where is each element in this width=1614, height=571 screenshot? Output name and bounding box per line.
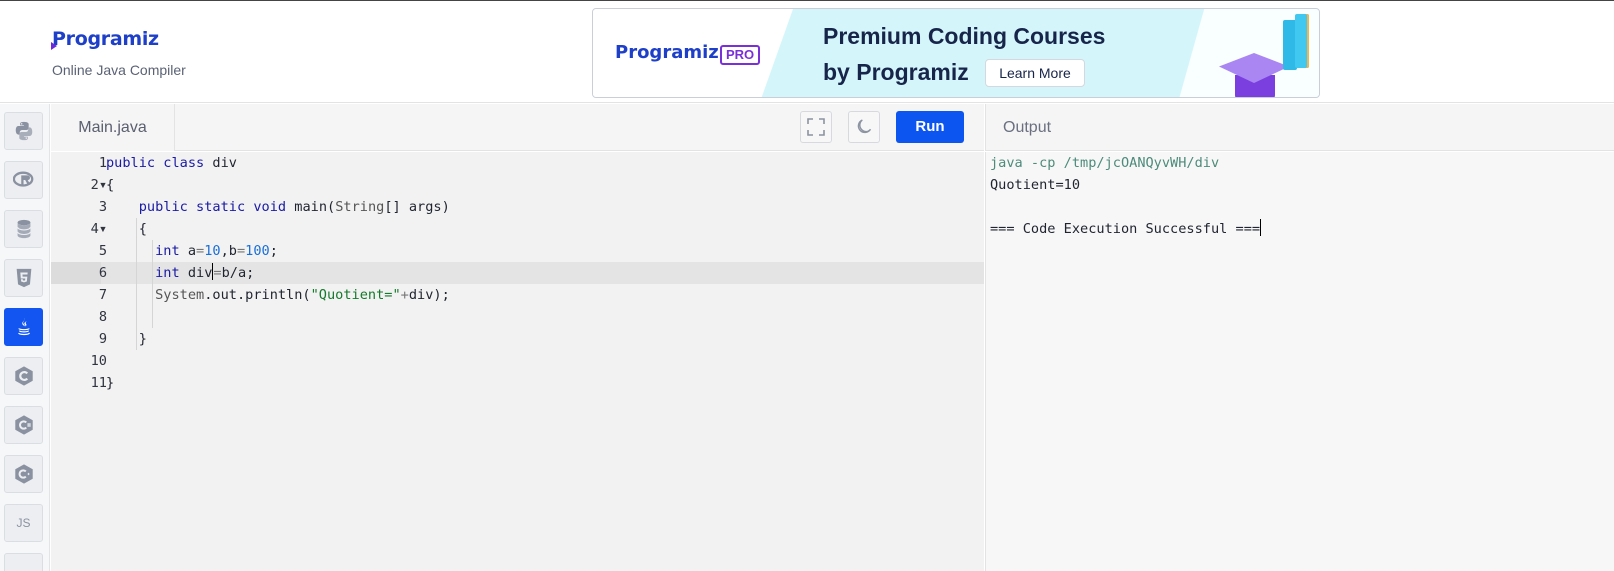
sidebar-item-js[interactable]: JS [4,504,43,542]
output-status-line: === Code Execution Successful === [990,219,1262,237]
sidebar-item-sql[interactable] [4,210,43,248]
learn-more-button[interactable]: Learn More [985,59,1085,87]
sidebar-item-cpp[interactable] [4,455,43,493]
code-line-text: } [106,375,115,391]
cpp-icon [14,464,33,484]
code-line: 5 int a=10,b=100; [51,240,984,262]
books-icon [1283,14,1315,74]
banner-title-line1: Premium Coding Courses [823,23,1106,49]
output-console[interactable]: java -cp /tmp/jcOANQyvWH/div Quotient=10… [985,152,1614,571]
pro-badge: PRO [720,45,761,65]
output-title: Output [985,104,1614,151]
line-number: 2▾ [90,177,107,193]
sidebar-item-label: JS [16,516,31,530]
code-line: 1 public class div [51,152,984,174]
fullscreen-icon [807,118,825,136]
line-number: 8 [98,309,107,325]
code-line: 9 } [51,328,984,350]
indent-guide [136,218,137,350]
programiz-logo[interactable]: Programiz [51,28,159,50]
code-line: 8 [51,306,984,328]
sidebar-item-python[interactable] [4,112,43,150]
code-line-text: { [106,177,115,193]
code-editor[interactable]: 1 public class div 2▾ { 3 public static … [51,152,984,571]
page-subtitle: Online Java Compiler [52,62,186,78]
logo-text: Programiz [52,28,159,50]
moon-icon [857,119,872,134]
code-line-text: public static void main(String[] args) [138,199,450,215]
code-line-text: { [106,221,147,237]
c-icon [14,366,33,386]
code-line: 11 } [51,372,984,394]
sidebar-item-r[interactable] [4,161,43,199]
database-icon [16,219,31,239]
code-line: 2▾ { [51,174,984,196]
banner-logo: Programiz [615,42,719,63]
code-line-text: System.out.println("Quotient="+div); [155,287,450,303]
header: Programiz Online Java Compiler Programiz… [0,1,1614,103]
code-line-text: int a=10,b=100; [155,243,278,259]
graduation-cap-icon [1219,53,1291,97]
sidebar-item-csharp[interactable] [4,406,43,444]
code-line-text: public class div [106,155,237,171]
java-icon [17,317,30,336]
r-icon [12,171,33,187]
code-line: 4▾ { [51,218,984,240]
run-button[interactable]: Run [896,111,964,143]
line-number: 11 [90,375,107,391]
output-line: Quotient=10 [990,177,1081,193]
output-command-line: java -cp /tmp/jcOANQyvWH/div [990,155,1220,171]
code-line: 3 public static void main(String[] args) [51,196,984,218]
tab-main-java[interactable]: Main.java [51,104,175,151]
code-line-text: } [106,331,147,347]
console-cursor [1260,219,1262,236]
promo-banner[interactable]: Programiz PRO Premium Coding Courses by … [592,8,1320,98]
html5-icon [16,268,31,288]
line-number: 10 [90,353,107,369]
language-sidebar: JS [0,104,50,571]
code-line-text: int div=b/a; [155,263,255,281]
code-line: 7 System.out.println("Quotient="+div); [51,284,984,306]
editor-toolbar: Main.java Run [51,104,984,151]
python-icon [15,121,32,141]
code-line-active: 6 int div=b/a; [51,262,984,284]
csharp-icon [14,415,33,435]
dark-mode-button[interactable] [848,111,880,143]
fullscreen-button[interactable] [800,111,832,143]
sidebar-item-c[interactable] [4,357,43,395]
code-line: 10 [51,350,984,372]
sidebar-item-more[interactable] [4,553,43,571]
indent-guide [152,240,153,328]
sidebar-item-java[interactable] [4,308,43,346]
sidebar-item-html[interactable] [4,259,43,297]
banner-title-line2: by Programiz [823,59,969,85]
